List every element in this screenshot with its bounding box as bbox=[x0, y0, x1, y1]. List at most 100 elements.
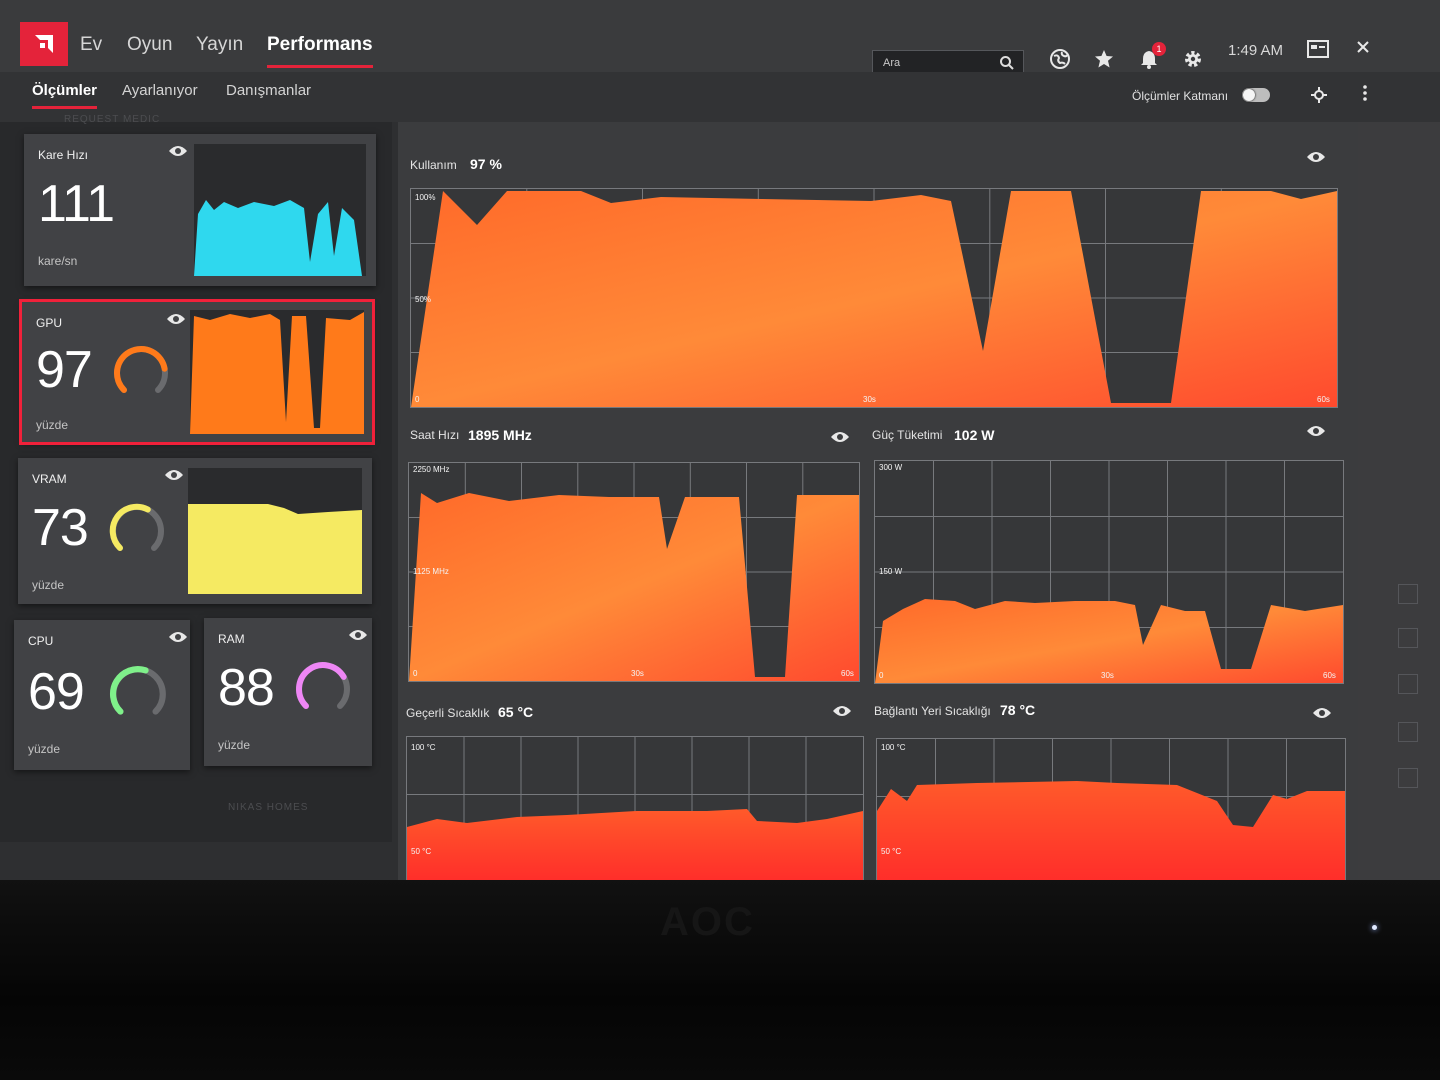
gear-icon[interactable] bbox=[1180, 46, 1206, 72]
sub-tab-bar: Ölçümler Ayarlanıyor Danışmanlar Ölçümle… bbox=[0, 72, 1440, 122]
eye-icon[interactable] bbox=[830, 430, 850, 449]
vram-card[interactable]: VRAM 73 yüzde bbox=[18, 458, 372, 604]
clock-area bbox=[409, 493, 859, 681]
usage-y-mid: 50% bbox=[415, 295, 432, 304]
usage-area bbox=[411, 191, 1337, 407]
background-faint-text: NIKAS HOMES bbox=[228, 802, 309, 813]
gpu-unit: yüzde bbox=[36, 418, 69, 432]
close-icon[interactable] bbox=[1350, 34, 1376, 60]
metrics-overlay-label: Ölçümler Katmanı bbox=[1132, 89, 1229, 103]
background-square bbox=[1398, 674, 1418, 694]
background-square bbox=[1398, 584, 1418, 604]
background-faint-text: REQUEST MEDIC bbox=[64, 114, 161, 125]
vram-area bbox=[188, 504, 362, 594]
clock-y-bot: 0 bbox=[413, 669, 418, 678]
junction-title: Bağlantı Yeri Sıcaklığı bbox=[874, 704, 991, 718]
clock-x-mid: 30s bbox=[631, 669, 644, 678]
power-y-mid: 150 W bbox=[879, 567, 903, 576]
nav-ev[interactable]: Ev bbox=[80, 34, 102, 56]
power-title: Güç Tüketimi bbox=[872, 428, 943, 442]
radeon-software-window: Ev Oyun Yayın Performans 1 1:49 AM bbox=[0, 0, 1440, 880]
tab-danismanlar[interactable]: Danışmanlar bbox=[226, 82, 311, 99]
cpu-card[interactable]: CPU 69 yüzde bbox=[14, 620, 190, 770]
clock-y-mid: 1125 MHz bbox=[413, 567, 449, 576]
eye-icon[interactable] bbox=[1312, 706, 1332, 725]
background-square bbox=[1398, 768, 1418, 788]
nav-yayin[interactable]: Yayın bbox=[196, 34, 243, 56]
ram-label: RAM bbox=[218, 632, 245, 646]
monitor-brand-logo: AOC bbox=[660, 900, 755, 944]
cpu-value: 69 bbox=[28, 663, 85, 721]
usage-title: Kullanım bbox=[410, 158, 457, 172]
cpu-unit: yüzde bbox=[28, 742, 61, 756]
ram-value: 88 bbox=[218, 659, 275, 717]
power-x-end: 60s bbox=[1323, 671, 1336, 680]
junction-value: 78 °C bbox=[1000, 702, 1036, 718]
more-menu-icon[interactable] bbox=[1352, 80, 1378, 106]
usage-x-mid: 30s bbox=[863, 395, 876, 404]
vram-gauge bbox=[109, 503, 164, 551]
gauge-fill bbox=[296, 662, 347, 709]
star-icon[interactable] bbox=[1091, 46, 1117, 72]
ram-gauge bbox=[296, 662, 350, 709]
fps-unit: kare/sn bbox=[38, 254, 78, 268]
background-strip bbox=[1358, 122, 1440, 880]
globe-icon[interactable] bbox=[1047, 46, 1073, 72]
nav-oyun[interactable]: Oyun bbox=[127, 34, 172, 56]
ram-card[interactable]: RAM 88 yüzde bbox=[204, 618, 372, 766]
gpu-card[interactable]: GPU 97 yüzde bbox=[19, 299, 375, 445]
fps-mini-graph bbox=[194, 144, 366, 276]
temp-value: 65 °C bbox=[498, 704, 534, 720]
notification-badge: 1 bbox=[1152, 42, 1166, 56]
fps-card[interactable]: Kare Hızı 111 kare/sn bbox=[24, 134, 376, 286]
gpu-value: 97 bbox=[36, 341, 93, 399]
eye-icon[interactable] bbox=[832, 704, 852, 723]
eye-icon[interactable] bbox=[164, 468, 184, 487]
eye-icon[interactable] bbox=[166, 312, 186, 331]
eye-icon[interactable] bbox=[168, 630, 188, 649]
clock-chart: 2250 MHz 1125 MHz 0 30s 60s bbox=[408, 462, 860, 682]
gauge-fill bbox=[114, 346, 168, 393]
eye-icon[interactable] bbox=[1306, 424, 1326, 443]
cpu-label: CPU bbox=[28, 634, 54, 648]
eye-icon[interactable] bbox=[168, 144, 188, 163]
vram-mini-graph bbox=[188, 468, 362, 594]
charts-panel: Kullanım 97 % 100% 50% 0 30s 60s Saat Hı… bbox=[398, 122, 1358, 880]
temp-area bbox=[407, 809, 863, 880]
tab-ayarlaniyor[interactable]: Ayarlanıyor bbox=[122, 82, 198, 99]
eye-icon[interactable] bbox=[348, 628, 368, 647]
gpu-gauge bbox=[114, 346, 168, 393]
top-bar: Ev Oyun Yayın Performans 1 1:49 AM bbox=[0, 0, 1440, 76]
crosshair-icon[interactable] bbox=[1306, 82, 1332, 108]
temp-y-mid: 50 °C bbox=[411, 847, 432, 856]
window-icon[interactable] bbox=[1305, 36, 1331, 62]
search-input[interactable] bbox=[883, 57, 993, 69]
bell-icon[interactable]: 1 bbox=[1136, 42, 1166, 72]
power-value: 102 W bbox=[954, 427, 995, 443]
junction-y-mid: 50 °C bbox=[881, 847, 902, 856]
nav-performans[interactable]: Performans bbox=[267, 34, 373, 68]
clock-value: 1895 MHz bbox=[468, 427, 532, 443]
power-y-bot: 0 bbox=[879, 671, 884, 680]
eye-icon[interactable] bbox=[1306, 150, 1326, 169]
metrics-sidebar: REQUEST MEDIC NIKAS HOMES Kare Hızı 111 … bbox=[0, 114, 392, 842]
background-square bbox=[1398, 628, 1418, 648]
tab-olcumler[interactable]: Ölçümler bbox=[32, 82, 98, 109]
metrics-overlay-toggle[interactable] bbox=[1242, 88, 1270, 102]
clock-title: Saat Hızı bbox=[410, 428, 460, 442]
cpu-gauge bbox=[110, 666, 166, 715]
vram-label: VRAM bbox=[32, 472, 67, 486]
gpu-mini-graph bbox=[190, 310, 364, 434]
gauge-fill bbox=[110, 666, 149, 715]
power-led bbox=[1372, 925, 1377, 930]
temp-y-top: 100 °C bbox=[411, 743, 436, 752]
amd-logo-icon[interactable] bbox=[20, 22, 68, 66]
background-square bbox=[1398, 722, 1418, 742]
gpu-area bbox=[190, 312, 364, 434]
clock-time: 1:49 AM bbox=[1228, 42, 1284, 59]
power-x-mid: 30s bbox=[1101, 671, 1114, 680]
clock-y-top: 2250 MHz bbox=[413, 465, 450, 474]
ram-unit: yüzde bbox=[218, 738, 251, 752]
temp-chart: 100 °C 50 °C bbox=[406, 736, 864, 880]
junction-chart: 100 °C 50 °C bbox=[876, 738, 1346, 880]
